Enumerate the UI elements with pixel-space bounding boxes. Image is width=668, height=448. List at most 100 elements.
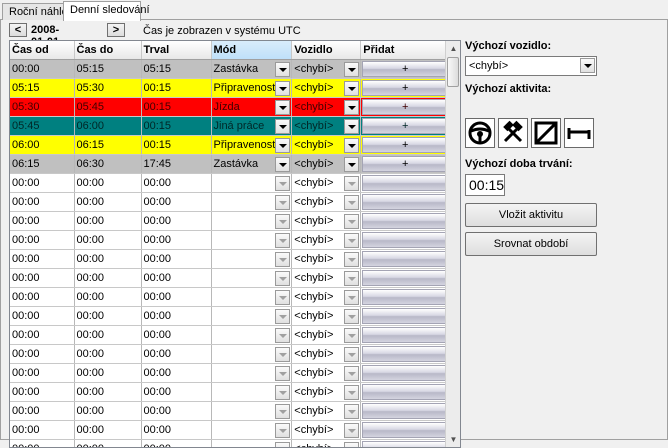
cell-mode-select[interactable]: Připravenost — [211, 78, 292, 97]
cell-to[interactable]: 05:45 — [74, 97, 141, 116]
table-row[interactable]: 00:0000:0000:00<chybí> — [10, 268, 450, 287]
column-header-to[interactable]: Čas do — [74, 41, 141, 59]
cell-from[interactable]: 00:00 — [10, 344, 74, 363]
rest-bed-icon[interactable] — [564, 118, 594, 148]
cell-add[interactable] — [361, 439, 450, 448]
chevron-down-icon[interactable] — [344, 138, 359, 153]
cell-vehicle-select[interactable]: <chybí> — [292, 287, 361, 306]
cell-to[interactable]: 05:15 — [74, 59, 141, 78]
table-row[interactable]: 00:0000:0000:00<chybí> — [10, 192, 450, 211]
cell-vehicle-select[interactable]: <chybí> — [292, 401, 361, 420]
cell-duration[interactable]: 00:15 — [141, 97, 211, 116]
cell-duration[interactable]: 00:00 — [141, 325, 211, 344]
cell-to[interactable]: 00:00 — [74, 363, 141, 382]
chevron-down-icon[interactable] — [344, 442, 359, 448]
cell-duration[interactable]: 00:00 — [141, 382, 211, 401]
add-row-button[interactable] — [362, 194, 448, 210]
chevron-down-icon[interactable] — [344, 252, 359, 267]
table-row[interactable]: 00:0000:0000:00<chybí> — [10, 420, 450, 439]
cell-to[interactable]: 06:30 — [74, 154, 141, 173]
cell-from[interactable]: 00:00 — [10, 211, 74, 230]
chevron-down-icon[interactable] — [344, 100, 359, 115]
cell-mode-select[interactable]: Připravenost — [211, 135, 292, 154]
cell-mode-select[interactable]: Zastávka — [211, 59, 292, 78]
cell-add[interactable] — [361, 325, 450, 344]
chevron-down-icon[interactable] — [275, 195, 290, 210]
cell-vehicle-select[interactable]: <chybí> — [292, 211, 361, 230]
cell-duration[interactable]: 05:15 — [141, 59, 211, 78]
cell-duration[interactable]: 00:15 — [141, 116, 211, 135]
cell-vehicle-select[interactable]: <chybí> — [292, 344, 361, 363]
chevron-down-icon[interactable] — [275, 81, 290, 96]
cell-add[interactable] — [361, 382, 450, 401]
chevron-down-icon[interactable] — [344, 290, 359, 305]
chevron-down-icon[interactable] — [344, 366, 359, 381]
chevron-down-icon[interactable] — [275, 309, 290, 324]
table-row[interactable]: 00:0000:0000:00<chybí> — [10, 401, 450, 420]
cell-vehicle-select[interactable]: <chybí> — [292, 78, 361, 97]
table-row[interactable]: 00:0000:0000:00<chybí> — [10, 439, 450, 448]
cell-duration[interactable]: 00:00 — [141, 420, 211, 439]
chevron-down-icon[interactable] — [275, 176, 290, 191]
chevron-down-icon[interactable] — [344, 309, 359, 324]
align-period-button[interactable]: Srovnat období — [465, 232, 597, 256]
add-row-button[interactable] — [362, 365, 448, 381]
scrollbar-thumb[interactable] — [447, 57, 459, 87]
chevron-down-icon[interactable] — [344, 176, 359, 191]
chevron-down-icon[interactable] — [275, 442, 290, 448]
cell-duration[interactable]: 00:00 — [141, 306, 211, 325]
chevron-down-icon[interactable] — [344, 404, 359, 419]
chevron-down-icon[interactable] — [275, 138, 290, 153]
cell-to[interactable]: 00:00 — [74, 249, 141, 268]
cell-from[interactable]: 05:15 — [10, 78, 74, 97]
chevron-down-icon[interactable] — [275, 157, 290, 172]
column-header-vehicle[interactable]: Vozidlo — [292, 41, 361, 59]
cell-vehicle-select[interactable]: <chybí> — [292, 382, 361, 401]
table-row[interactable]: 00:0000:0000:00<chybí> — [10, 249, 450, 268]
cell-add[interactable] — [361, 306, 450, 325]
cell-from[interactable]: 06:00 — [10, 135, 74, 154]
cell-vehicle-select[interactable]: <chybí> — [292, 325, 361, 344]
column-header-add[interactable]: Přidat — [361, 41, 450, 59]
cell-add[interactable]: + — [361, 59, 450, 78]
cell-to[interactable]: 00:00 — [74, 344, 141, 363]
cell-to[interactable]: 05:30 — [74, 78, 141, 97]
cell-mode-select[interactable] — [211, 344, 292, 363]
chevron-down-icon[interactable] — [275, 100, 290, 115]
add-row-button[interactable] — [362, 251, 448, 267]
tab-annual-view[interactable]: Roční náhled — [2, 3, 64, 20]
cell-vehicle-select[interactable]: <chybí> — [292, 154, 361, 173]
chevron-down-icon[interactable] — [275, 347, 290, 362]
column-header-from[interactable]: Čas od — [10, 41, 74, 59]
cell-mode-select[interactable] — [211, 306, 292, 325]
cell-to[interactable]: 00:00 — [74, 230, 141, 249]
cell-from[interactable]: 00:00 — [10, 287, 74, 306]
cell-duration[interactable]: 00:00 — [141, 439, 211, 448]
table-row[interactable]: 05:4506:0000:15Jiná práce<chybí>+ — [10, 116, 450, 135]
cell-add[interactable] — [361, 192, 450, 211]
cell-mode-select[interactable] — [211, 325, 292, 344]
cell-duration[interactable]: 00:15 — [141, 135, 211, 154]
chevron-down-icon[interactable] — [275, 214, 290, 229]
cell-vehicle-select[interactable]: <chybí> — [292, 230, 361, 249]
chevron-down-icon[interactable] — [275, 252, 290, 267]
cell-mode-select[interactable] — [211, 192, 292, 211]
add-row-button[interactable] — [362, 441, 448, 448]
table-row[interactable]: 00:0000:0000:00<chybí> — [10, 287, 450, 306]
default-vehicle-select[interactable]: <chybí> — [465, 56, 597, 76]
add-row-button[interactable]: + — [362, 137, 448, 153]
chevron-down-icon[interactable] — [344, 385, 359, 400]
insert-activity-button[interactable]: Vložit aktivitu — [465, 203, 597, 227]
cell-mode-select[interactable] — [211, 268, 292, 287]
previous-day-button[interactable]: < — [9, 23, 27, 37]
chevron-down-icon[interactable] — [344, 271, 359, 286]
default-duration-input[interactable]: 00:15 — [465, 174, 505, 196]
chevron-down-icon[interactable] — [275, 233, 290, 248]
cell-mode-select[interactable] — [211, 420, 292, 439]
cell-from[interactable]: 00:00 — [10, 230, 74, 249]
chevron-down-icon[interactable] — [344, 195, 359, 210]
chevron-down-icon[interactable] — [344, 119, 359, 134]
chevron-down-icon[interactable] — [344, 81, 359, 96]
table-row[interactable]: 00:0000:0000:00<chybí> — [10, 382, 450, 401]
cell-from[interactable]: 00:00 — [10, 363, 74, 382]
